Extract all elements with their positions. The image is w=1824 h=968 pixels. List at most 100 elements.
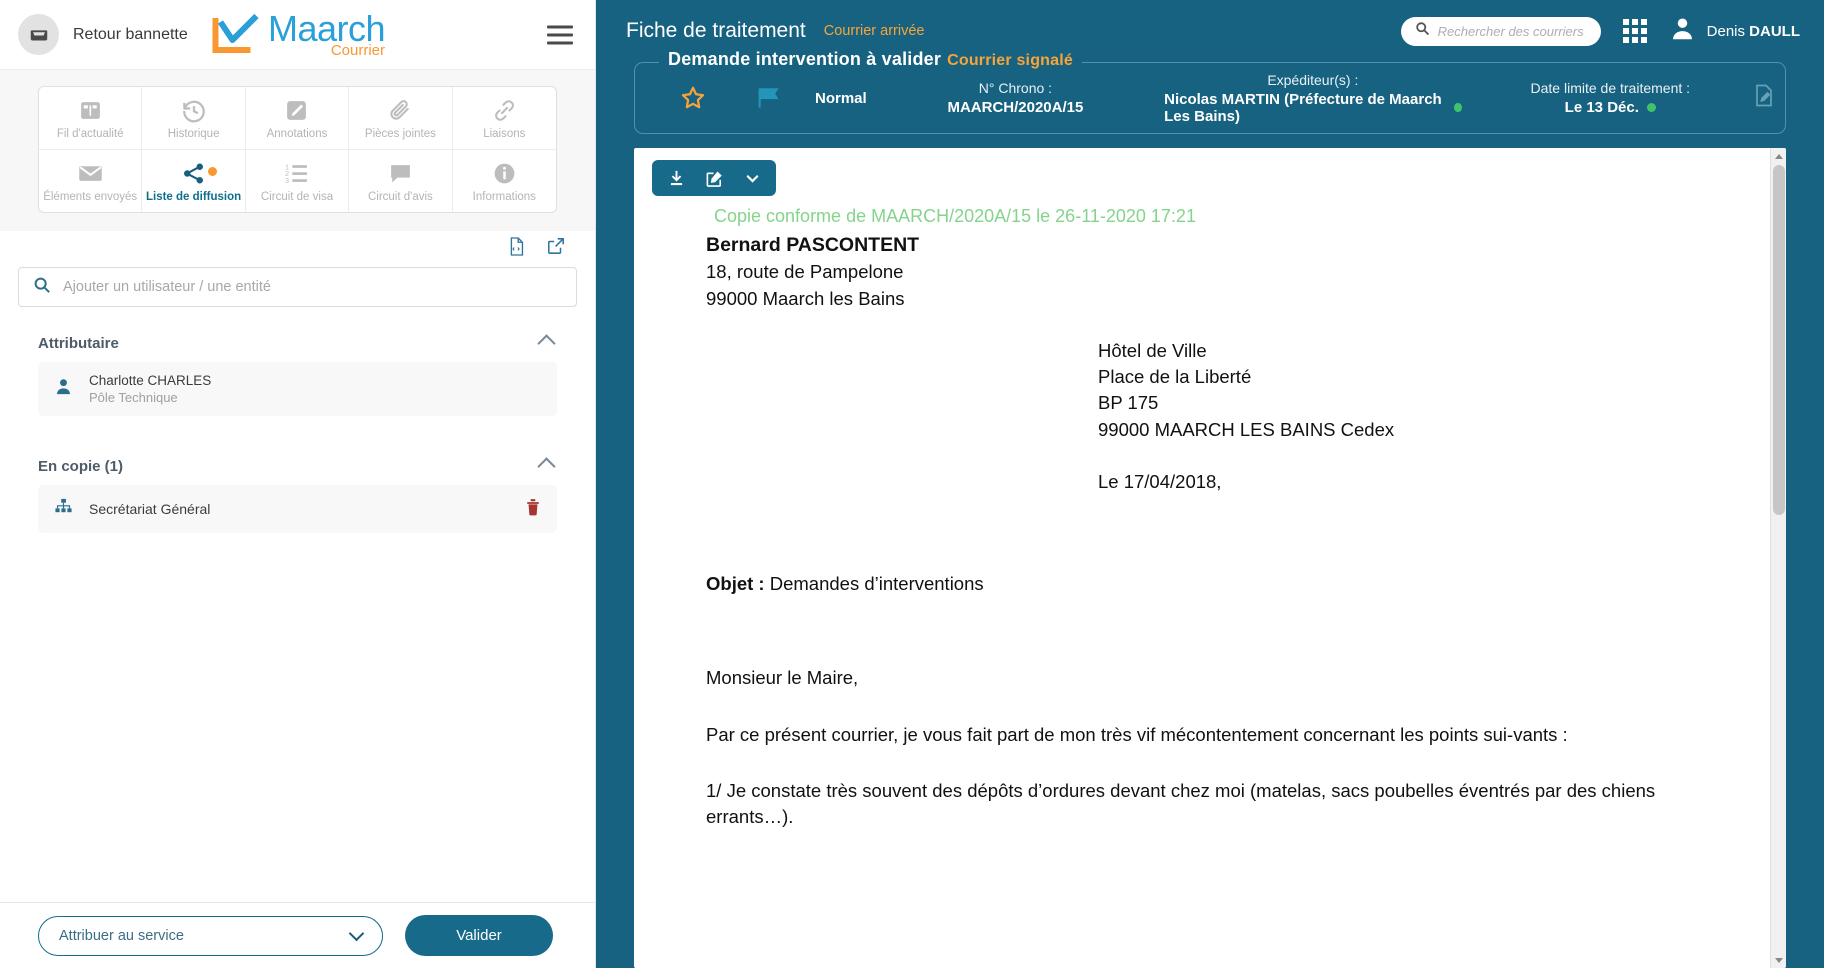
- field-date-limite: Date limite de traitement : Le 13 Déc.: [1462, 80, 1759, 116]
- tab-fil-dactualite[interactable]: Fil d'actualité: [39, 87, 143, 150]
- tab-annotations[interactable]: Annotations: [245, 87, 350, 150]
- app-root: Retour bannette Maarch Courrier Fil d'ac…: [0, 0, 1824, 968]
- document-viewer: Copie conforme de MAARCH/2020A/15 le 26-…: [634, 148, 1786, 968]
- tab-label: Historique: [167, 128, 220, 140]
- back-to-basket-label: Retour bannette: [73, 25, 188, 43]
- sender-address-line: 18, route de Pampelone: [706, 261, 904, 283]
- list-item[interactable]: Secrétariat Général: [38, 485, 557, 533]
- back-to-basket-button[interactable]: Retour bannette: [18, 14, 188, 55]
- triangle-up-icon[interactable]: [1771, 148, 1786, 164]
- tab-historique[interactable]: Historique: [142, 87, 246, 150]
- page-subtitle: Courrier arrivée: [823, 23, 925, 39]
- info-icon: [492, 160, 517, 187]
- status-dot: [1646, 103, 1656, 112]
- star-outline-icon[interactable]: [661, 84, 725, 112]
- global-search-input[interactable]: [1437, 23, 1616, 39]
- menu-toggle-button[interactable]: [547, 20, 573, 49]
- priority-label: Normal: [815, 89, 867, 107]
- banner-flag-label: Courrier signalé: [947, 52, 1073, 69]
- tab-elements-envoyes[interactable]: Éléments envoyés: [39, 150, 143, 212]
- user-menu[interactable]: Denis DAULL: [1669, 15, 1800, 47]
- tab-label: Éléments envoyés: [43, 191, 138, 203]
- section-header[interactable]: Attributaire: [38, 329, 557, 362]
- recipient-block: Hôtel de Ville Place de la Liberté BP 17…: [1098, 338, 1710, 443]
- grid-apps-icon[interactable]: [1622, 19, 1647, 43]
- subject-label: Objet :: [706, 573, 765, 595]
- add-user-entity-search[interactable]: [18, 267, 577, 307]
- person-icon: [54, 377, 73, 401]
- edit-square-icon[interactable]: [696, 161, 732, 195]
- recipient-line: Place de la Liberté: [1098, 366, 1252, 388]
- speech-bubble-icon: [388, 160, 413, 187]
- document-subject: Objet : Demandes d’interventions: [706, 571, 1710, 597]
- tab-label: Pièces jointes: [364, 128, 436, 140]
- list-item-name: Charlotte CHARLES: [89, 373, 212, 388]
- diffusion-list-actions: [0, 231, 595, 263]
- tab-circuit-de-visa[interactable]: 123 Circuit de visa: [246, 150, 350, 212]
- tab-label: Informations: [472, 191, 536, 203]
- tab-label: Circuit de visa: [260, 191, 334, 203]
- paragraph-2: 1/ Je constate très souvent des dépôts d…: [706, 779, 1656, 828]
- viewer-scrollbar[interactable]: [1770, 148, 1786, 968]
- triangle-down-icon[interactable]: [1771, 952, 1786, 968]
- field-label: Date limite de traitement :: [1530, 80, 1691, 96]
- assign-service-select[interactable]: Attribuer au service: [38, 915, 383, 956]
- list-item-name: Secrétariat Général: [89, 501, 211, 517]
- sidebar-header: Retour bannette Maarch Courrier: [0, 0, 595, 70]
- tab-label: Fil d'actualité: [56, 128, 124, 140]
- recipient-line: BP 175: [1098, 392, 1159, 414]
- columns-icon: [78, 97, 103, 124]
- section-title: Attributaire: [38, 335, 119, 352]
- diffusion-search-row: [0, 263, 595, 307]
- tab-informations[interactable]: Informations: [453, 150, 556, 212]
- tab-pieces-jointes[interactable]: Pièces jointes: [349, 87, 453, 150]
- edit-document-icon[interactable]: [1753, 84, 1775, 113]
- link-icon: [492, 97, 517, 124]
- section-header[interactable]: En copie (1): [38, 452, 557, 485]
- tab-label: Liste de diffusion: [145, 191, 242, 203]
- field-value: MAARCH/2020A/15: [947, 99, 1084, 116]
- mail-info-banner: Demande intervention à valider Courrier s…: [634, 49, 1786, 134]
- document-content: Copie conforme de MAARCH/2020A/15 le 26-…: [634, 148, 1770, 968]
- tab-circuit-davis[interactable]: Circuit d'avis: [349, 150, 453, 212]
- field-expediteur: Expéditeur(s) : Nicolas MARTIN (Préfectu…: [1164, 71, 1462, 125]
- diffusion-sections: Attributaire Charlotte CHARLES Pôle Tech…: [0, 307, 595, 902]
- header-actions: Denis DAULL: [1400, 15, 1800, 47]
- validate-button[interactable]: Valider: [405, 915, 553, 956]
- field-label: Expéditeur(s) :: [1267, 71, 1359, 88]
- sender-name: Bernard PASCONTENT: [706, 233, 920, 256]
- download-icon[interactable]: [658, 161, 694, 195]
- sidebar-footer: Attribuer au service Valider: [0, 902, 595, 968]
- unread-badge-dot: [207, 167, 217, 176]
- search-icon: [33, 276, 51, 299]
- banner-legend: Demande intervention à valider Courrier s…: [659, 49, 1082, 70]
- sender-address-line: 99000 Maarch les Bains: [706, 287, 905, 309]
- copy-notice: Copie conforme de MAARCH/2020A/15 le 26-…: [714, 206, 1196, 226]
- list-item-sub: Pôle Technique: [89, 390, 178, 405]
- tab-label: Liaisons: [483, 128, 526, 140]
- user-name: Denis DAULL: [1706, 22, 1800, 40]
- document-template-icon[interactable]: [508, 237, 525, 261]
- tab-liaisons[interactable]: Liaisons: [452, 87, 556, 150]
- tab-label: Annotations: [266, 128, 328, 140]
- chevron-down-icon[interactable]: [734, 161, 770, 195]
- chevron-up-icon[interactable]: [537, 457, 556, 476]
- search-input[interactable]: [63, 279, 562, 295]
- scrollbar-thumb[interactable]: [1773, 165, 1785, 515]
- external-link-icon[interactable]: [547, 237, 565, 261]
- flag-icon[interactable]: [725, 85, 815, 111]
- chevron-down-icon[interactable]: [348, 925, 365, 941]
- chevron-up-icon[interactable]: [537, 334, 556, 353]
- banner-subject: Demande intervention à valider: [668, 49, 942, 69]
- trash-icon[interactable]: [525, 498, 541, 521]
- field-chrono: N° Chrono : MAARCH/2020A/15: [867, 80, 1164, 116]
- section-attributaire: Attributaire Charlotte CHARLES Pôle Tech…: [38, 329, 557, 416]
- tab-liste-de-diffusion[interactable]: Liste de diffusion: [142, 150, 246, 212]
- envelope-icon: [77, 160, 104, 187]
- viewer-toolbar: [652, 160, 776, 196]
- list-item[interactable]: Charlotte CHARLES Pôle Technique: [38, 362, 557, 416]
- field-value: Nicolas MARTIN (Préfecture de Maarch Les…: [1164, 91, 1462, 125]
- subject-value: Demandes d’interventions: [764, 573, 984, 595]
- global-search[interactable]: [1400, 16, 1616, 46]
